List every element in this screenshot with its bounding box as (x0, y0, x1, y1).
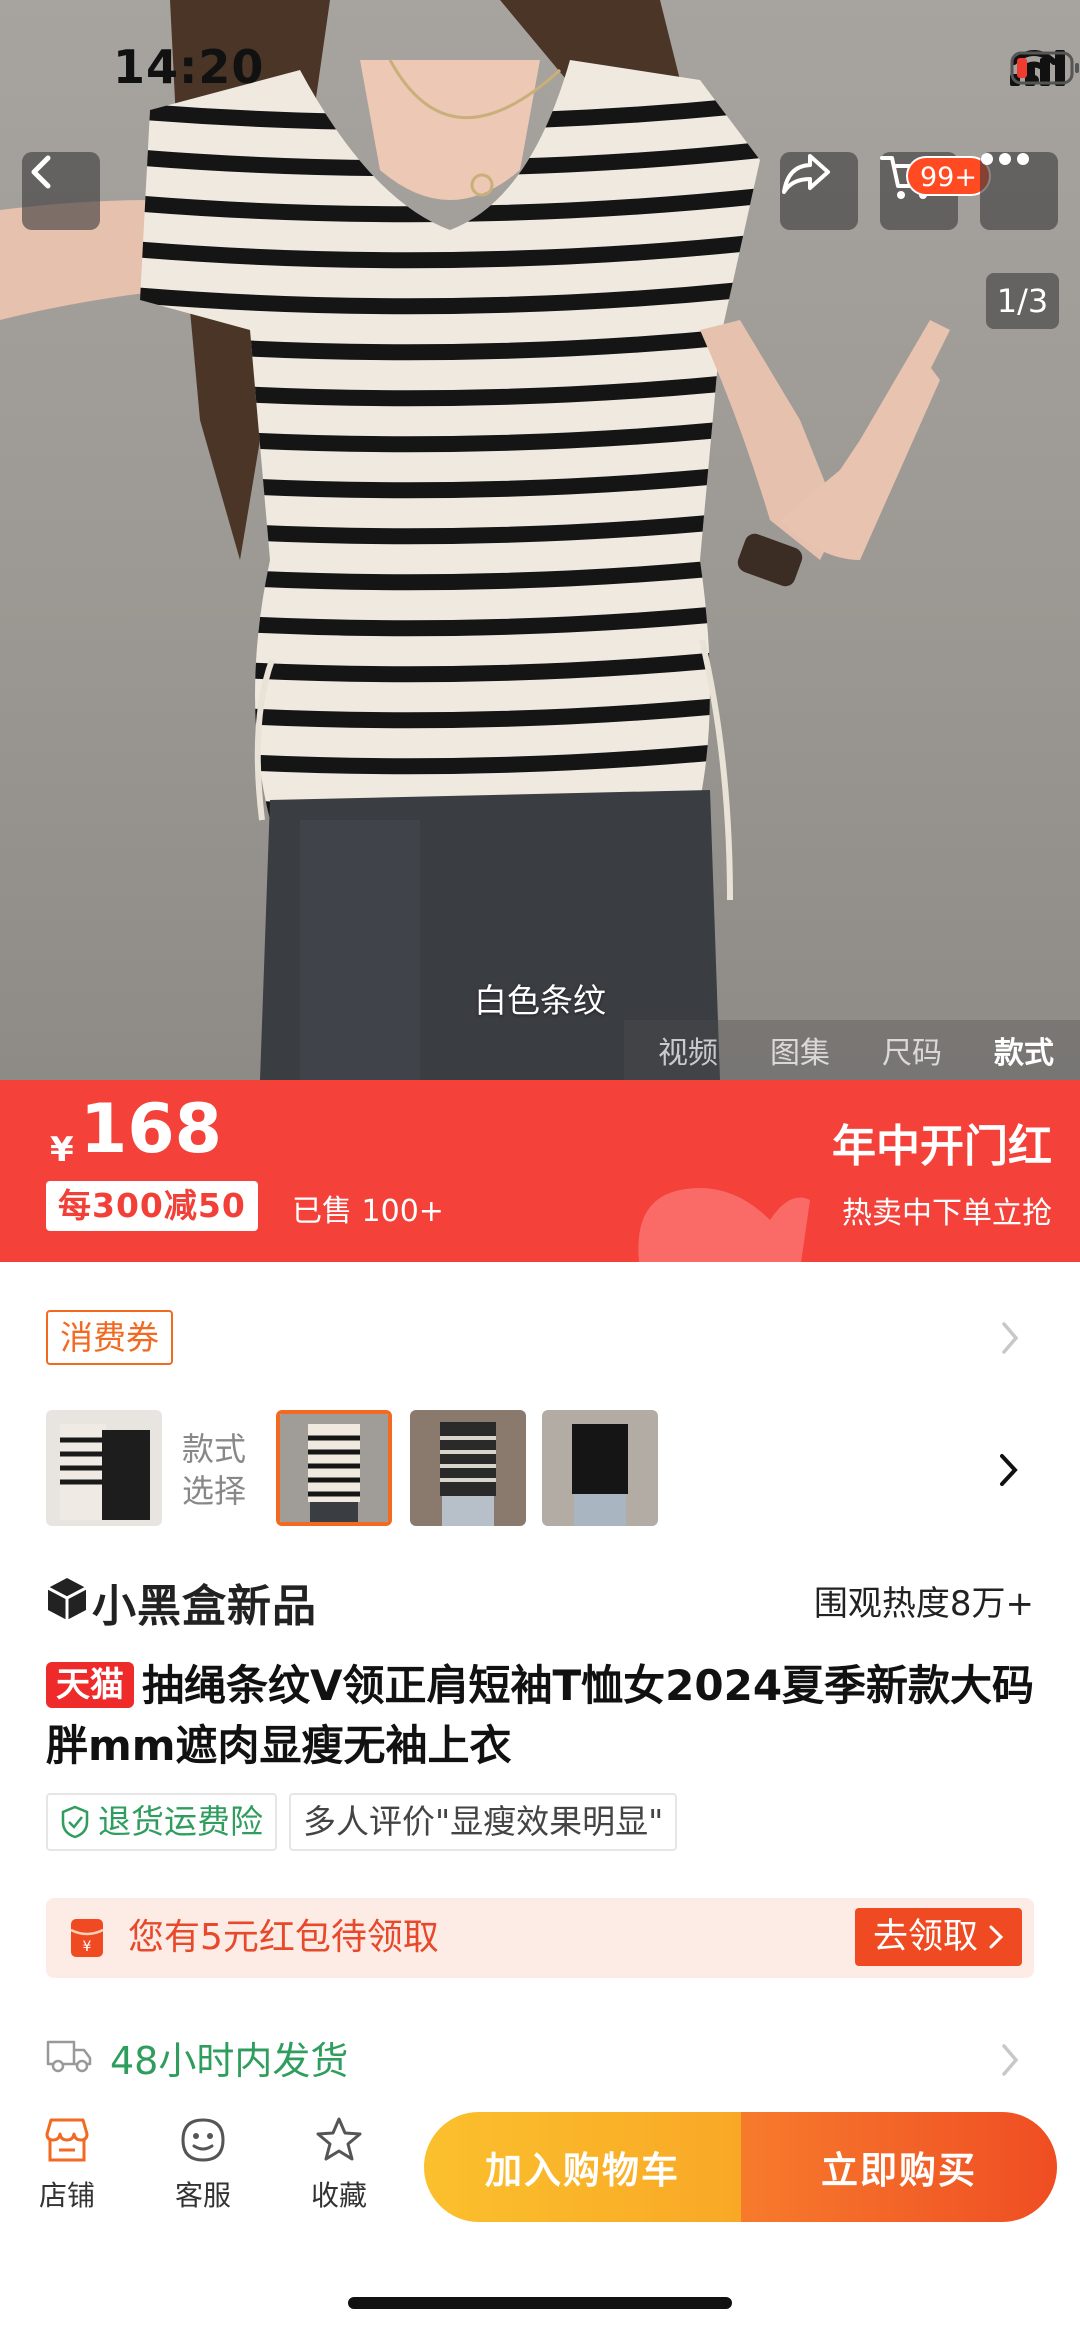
product-image[interactable]: 14:20 99+ 1/3 白色条纹 视频 图集 尺码 款式 (0, 0, 1080, 1080)
sold-count: 已售 100+ (292, 1194, 444, 1229)
tmall-tag: 天猫 (46, 1662, 134, 1708)
style-label: 款式 选择 (182, 1430, 247, 1510)
red-packet-text: 您有5元红包待领取 (128, 1917, 439, 1958)
style-thumb-2[interactable] (276, 1410, 392, 1526)
svg-text:¥: ¥ (83, 1939, 92, 1955)
add-to-cart-button[interactable]: 加入购物车 (424, 2112, 741, 2222)
service-badges: 退货运费险 多人评价"显瘦效果明显" (46, 1793, 678, 1851)
shield-check-icon (61, 1805, 89, 1839)
truck-icon (46, 2040, 92, 2073)
customer-service-icon (181, 2118, 225, 2162)
style-thumb-4[interactable] (542, 1410, 658, 1526)
review-label: 多人评价"显瘦效果明显" (303, 1802, 664, 1841)
thumb-image (542, 1410, 658, 1526)
price: 168 (80, 1090, 222, 1169)
brand-row: 小黑盒新品 围观热度8万+ (0, 1562, 1080, 1632)
battery-icon (1010, 51, 1079, 85)
more-icon (981, 153, 1029, 165)
home-indicator (348, 2297, 732, 2309)
more-button[interactable] (980, 152, 1058, 230)
brand-name: 小黑盒新品 (92, 1581, 317, 1632)
share-icon (782, 154, 830, 194)
chevron-right-icon (1002, 2044, 1019, 2076)
red-packet-banner[interactable]: ¥ 您有5元红包待领取 去领取 (46, 1898, 1034, 1978)
buy-now-button[interactable]: 立即购买 (741, 2112, 1057, 2222)
style-selector: 款式 选择 (0, 1410, 1080, 1530)
shipping-text: 48小时内发货 (110, 2039, 349, 2083)
status-time: 14:20 (113, 40, 265, 94)
coupon-tag: 消费券 (46, 1310, 173, 1365)
thumb-image (46, 1410, 162, 1526)
service-button[interactable]: 客服 (148, 2116, 258, 2214)
tab-gallery[interactable]: 图集 (770, 1028, 830, 1072)
shipping-row[interactable]: 48小时内发货 (0, 2020, 1080, 2100)
favorite-label: 收藏 (310, 2179, 367, 2212)
chevron-right-icon (1002, 1322, 1019, 1354)
chevron-right-icon[interactable] (996, 1450, 1022, 1490)
insurance-badge[interactable]: 退货运费险 (46, 1793, 277, 1851)
event-title: 年中开门红 (832, 1121, 1052, 1172)
tab-size[interactable]: 尺码 (882, 1028, 942, 1072)
insurance-label: 退货运费险 (98, 1802, 263, 1841)
product-title-text: 抽绳条纹V领正肩短袖T恤女2024夏季新款大码胖mm遮肉显瘦无袖上衣 (46, 1661, 1035, 1770)
banner-decoration (638, 1188, 810, 1262)
event-subtitle: 热卖中下单立抢 (842, 1196, 1052, 1231)
price-banner: ¥ 168 每300减50 已售 100+ 年中开门红 热卖中下单立抢 (0, 1080, 1080, 1262)
currency-symbol: ¥ (50, 1130, 74, 1170)
share-button[interactable] (780, 152, 858, 230)
service-label: 客服 (174, 2179, 231, 2212)
favorite-button[interactable]: 收藏 (284, 2116, 394, 2214)
media-tabs: 视频 图集 尺码 款式 (624, 1020, 1080, 1080)
status-bar: 14:20 (0, 0, 1080, 140)
box-icon (47, 1578, 87, 1620)
claim-label: 去领取 (872, 1917, 978, 1957)
store-button[interactable]: 店铺 (12, 2116, 122, 2214)
red-packet-icon: ¥ (70, 1919, 104, 1957)
chevron-left-icon (31, 155, 51, 189)
product-title: 天猫 抽绳条纹V领正肩短袖T恤女2024夏季新款大码胖mm遮肉显瘦无袖上衣 (46, 1656, 1036, 1776)
back-button[interactable] (22, 152, 100, 230)
tab-video[interactable]: 视频 (658, 1028, 718, 1072)
thumb-image (280, 1414, 388, 1522)
review-badge[interactable]: 多人评价"显瘦效果明显" (289, 1793, 678, 1851)
style-thumb-1[interactable] (46, 1410, 162, 1526)
style-thumb-3[interactable] (410, 1410, 526, 1526)
promo-tag: 每300减50 (46, 1181, 258, 1231)
chevron-right-icon (989, 1925, 1004, 1949)
store-icon (45, 2118, 89, 2162)
star-icon (316, 2117, 362, 2161)
heat-count: 围观热度8万+ (813, 1584, 1034, 1624)
thumb-image (410, 1410, 526, 1526)
tab-style[interactable]: 款式 (994, 1028, 1054, 1072)
coupon-row[interactable]: 消费券 (0, 1262, 1080, 1412)
cart-badge: 99+ (906, 156, 991, 196)
image-caption: 白色条纹 (474, 981, 606, 1020)
store-label: 店铺 (38, 2179, 95, 2212)
claim-button[interactable]: 去领取 (854, 1908, 1022, 1966)
image-counter: 1/3 (986, 273, 1059, 329)
